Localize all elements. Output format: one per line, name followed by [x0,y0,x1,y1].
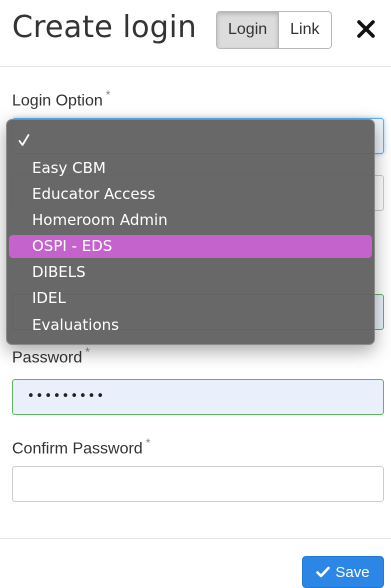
modal-header: Create login Login Link [0,0,391,64]
dropdown-option-ospi-eds[interactable]: OSPI - EDS [9,235,372,258]
close-button[interactable] [356,19,376,39]
dropdown-option-label: OSPI - EDS [32,237,113,255]
header-divider [0,66,391,67]
password-label-text: Password [12,349,83,367]
page-title: Create login [12,10,197,45]
dropdown-option-easy-cbm[interactable]: Easy CBM [9,157,372,180]
login-type-toggle: Login Link [216,11,332,49]
required-marker: * [105,88,111,102]
dropdown-option-blank[interactable] [9,128,372,151]
dropdown-option-homeroom-admin[interactable]: Homeroom Admin [9,209,372,232]
password-input[interactable]: ••••••••• [12,379,384,415]
dropdown-option-evaluations[interactable]: Evaluations [9,314,372,337]
required-marker: * [85,345,90,359]
link-toggle-button[interactable]: Link [279,12,331,48]
confirm-password-label-text: Confirm Password [12,440,143,458]
dropdown-option-label: DIBELS [32,263,86,281]
dropdown-option-idel[interactable]: IDEL [9,287,372,310]
dropdown-option-dibels[interactable]: DIBELS [9,261,372,284]
dropdown-option-label: Easy CBM [32,159,106,177]
footer-divider [0,538,391,539]
checkmark-icon [18,134,30,146]
dropdown-option-label: Homeroom Admin [32,211,168,229]
password-mask: ••••••••• [27,389,106,404]
login-option-dropdown: Easy CBM Educator Access Homeroom Admin … [6,119,375,345]
dropdown-option-label: Educator Access [32,185,156,203]
check-icon [316,566,331,578]
login-option-label: Login Option * [12,88,110,110]
save-button[interactable]: Save [302,556,384,588]
password-label: Password * [12,345,90,367]
login-option-label-text: Login Option [12,92,103,110]
save-label: Save [335,563,370,581]
required-marker: * [145,436,151,450]
dropdown-option-label: IDEL [32,289,66,307]
confirm-password-label: Confirm Password * [12,436,150,458]
confirm-password-input[interactable] [12,466,384,502]
login-toggle-button[interactable]: Login [217,12,280,48]
dropdown-option-label: Evaluations [32,316,119,334]
dropdown-option-educator-access[interactable]: Educator Access [9,183,372,206]
close-icon [357,20,375,38]
